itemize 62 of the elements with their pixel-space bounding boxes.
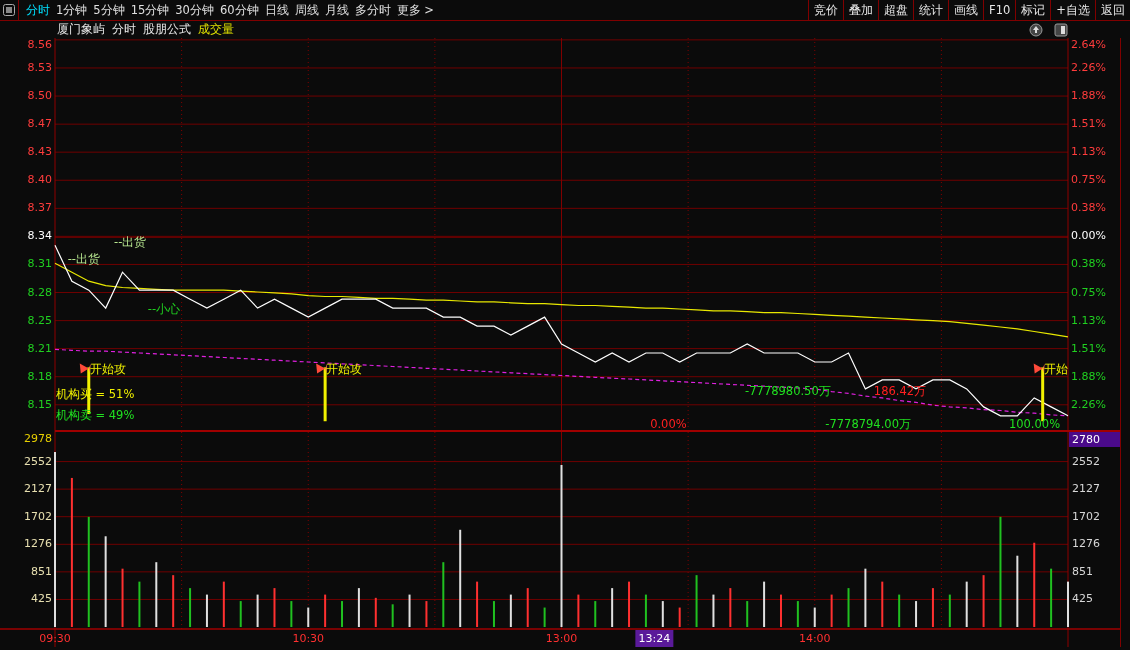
indicator-label: --出货 — [114, 235, 147, 250]
price-axis-label: 8.53 — [27, 61, 52, 74]
time-axis-label: 13:00 — [545, 632, 578, 645]
volume-axis-label: 2552 — [1072, 454, 1100, 468]
volume-axis-label: 2978 — [24, 432, 52, 445]
price-axis-label: 8.15 — [27, 397, 52, 411]
percent-axis-label: 0.38% — [1071, 201, 1106, 215]
volume-axis-label: 1276 — [24, 537, 52, 551]
volume-axis-label: 425 — [1072, 592, 1093, 606]
indicator-label: --出货 — [67, 252, 100, 267]
signal-label: 开始攻 — [89, 361, 126, 376]
price-axis-label: 8.31 — [27, 257, 52, 271]
price-axis-label: 8.18 — [27, 369, 52, 383]
price-axis-label: 8.25 — [27, 313, 52, 327]
volume-axis-label: 2552 — [24, 454, 52, 468]
percent-axis-label: 0.75% — [1071, 173, 1106, 187]
price-axis-label: 8.34 — [27, 229, 52, 243]
percent-axis-label: 2.26% — [1071, 61, 1106, 74]
volume-axis-label: 2127 — [24, 482, 52, 496]
indicator-label: -7778980.50万 — [745, 384, 831, 399]
volume-axis-label: 851 — [31, 564, 52, 578]
signal-label: 开始 — [1043, 361, 1068, 376]
price-axis-label: 8.40 — [27, 173, 52, 187]
volume-axis-label: 2127 — [1072, 482, 1100, 496]
volume-marker: 2780 — [1069, 432, 1120, 447]
indicator-label: 机构卖 = 49% — [55, 408, 135, 423]
percent-axis-label: 1.88% — [1071, 369, 1106, 383]
chart-title: 股朋公式 — [143, 21, 191, 38]
chart-title: 成交量 — [198, 21, 234, 38]
indicator-label: -7778794.00万 — [825, 417, 911, 432]
volume-axis-label: 425 — [31, 592, 52, 606]
percent-axis-label: 0.75% — [1071, 285, 1106, 299]
indicator-label: 186.42万 — [873, 384, 927, 399]
indicator-label: 100.00% — [1008, 417, 1061, 432]
time-axis-label: 10:30 — [292, 632, 325, 645]
time-axis-label: 14:00 — [798, 632, 831, 645]
price-axis-label: 8.37 — [27, 201, 52, 215]
percent-axis-label: 1.13% — [1071, 313, 1106, 327]
percent-axis-label: 2.26% — [1071, 397, 1106, 411]
cursor-time: 13:24 — [635, 630, 674, 647]
price-axis-label: 8.28 — [27, 285, 52, 299]
volume-axis-label: 1702 — [24, 509, 52, 523]
percent-axis-label: 1.88% — [1071, 89, 1106, 103]
price-axis-label: 8.47 — [27, 117, 52, 131]
price-axis-label: 8.43 — [27, 145, 52, 159]
volume-axis-label: 1702 — [1072, 509, 1100, 523]
volume-axis-label: 1276 — [1072, 537, 1100, 551]
percent-axis-label: 2.64% — [1071, 38, 1106, 51]
price-axis-label: 8.50 — [27, 89, 52, 103]
chart-title: 分时 — [112, 21, 136, 38]
percent-axis-label: 1.13% — [1071, 145, 1106, 159]
indicator-label: 0.00% — [650, 417, 687, 432]
percent-axis-label: 0.38% — [1071, 257, 1106, 271]
price-axis-label: 8.21 — [27, 341, 52, 355]
percent-axis-label: 0.00% — [1071, 229, 1106, 243]
percent-axis-label: 1.51% — [1071, 341, 1106, 355]
percent-axis-label: 1.51% — [1071, 117, 1106, 131]
volume-axis-label: 851 — [1072, 564, 1093, 578]
chart-title: 厦门象屿 — [57, 21, 105, 38]
time-axis-label: 09:30 — [39, 632, 71, 645]
indicator-label: --小心 — [147, 302, 181, 317]
price-axis-label: 8.56 — [27, 38, 52, 51]
